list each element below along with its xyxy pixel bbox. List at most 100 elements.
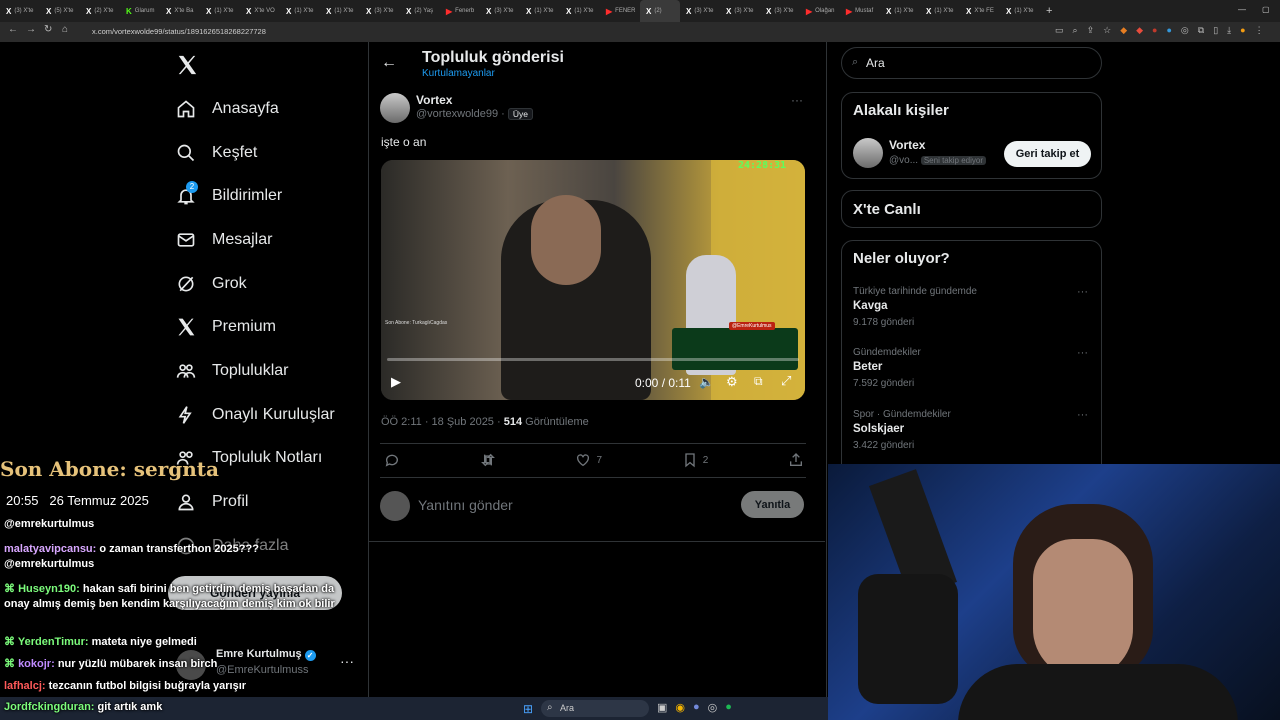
extension-icon[interactable]: ●: [1166, 25, 1171, 36]
follow-back-button[interactable]: Geri takip et: [1004, 141, 1091, 167]
play-icon[interactable]: ▶: [391, 374, 401, 390]
more-options-icon[interactable]: ···: [1077, 347, 1088, 359]
maximize-icon[interactable]: ▢: [1262, 5, 1270, 14]
home-icon[interactable]: ⌂: [62, 24, 68, 35]
community-link[interactable]: Kurtulamayanlar: [422, 68, 495, 79]
post-timestamp[interactable]: ÖÖ 2:11 · 18 Şub 2025 ·: [381, 416, 501, 428]
browser-tab[interactable]: X (1) X'te: [560, 0, 600, 22]
reload-icon[interactable]: ↻: [44, 24, 52, 35]
repost-icon[interactable]: [480, 452, 496, 468]
browser-tab[interactable]: X (3) X'te: [720, 0, 760, 22]
trend-item[interactable]: Türkiye tarihinde gündemde Kavga 9.178 g…: [853, 286, 1093, 336]
reply-button[interactable]: Yanıtla: [741, 491, 804, 518]
nav-item-premium[interactable]: Premium: [176, 307, 276, 347]
avatar[interactable]: ●: [1240, 25, 1245, 36]
browser-tab[interactable]: X (1) X'te: [520, 0, 560, 22]
trend-item[interactable]: Gündemdekiler Beter 7.592 gönderi ···: [853, 347, 1093, 397]
settings-gear-icon[interactable]: ⚙: [726, 374, 738, 390]
browser-tab[interactable]: X X'te VO: [240, 0, 280, 22]
browser-tab[interactable]: X (1) X'te: [320, 0, 360, 22]
browser-tab[interactable]: X (3) X'te: [360, 0, 400, 22]
extension-icon[interactable]: ●: [1152, 25, 1157, 36]
task-view-icon[interactable]: ▣: [657, 701, 667, 714]
browser-tab[interactable]: ▶ Olağan: [800, 0, 840, 22]
browser-tab[interactable]: X (5) X'te: [40, 0, 80, 22]
star-icon[interactable]: ☆: [1103, 25, 1111, 36]
back-icon[interactable]: ←: [8, 24, 18, 35]
video-player[interactable]: @EmreKurtulmus 24:28:31 Son Abone: Turka…: [381, 160, 805, 400]
more-options-icon[interactable]: ···: [791, 93, 803, 107]
nav-item-explore[interactable]: Keşfet: [176, 133, 257, 173]
taskbar-search-text[interactable]: Ara: [560, 703, 574, 713]
browser-tab[interactable]: X (3) X'te: [680, 0, 720, 22]
browser-tab[interactable]: X (1) X'te: [280, 0, 320, 22]
nav-item-communities[interactable]: Topluluklar: [176, 351, 288, 391]
spotify-icon[interactable]: ●: [725, 701, 732, 714]
browser-tab[interactable]: X (3) X'te: [760, 0, 800, 22]
nav-item-grok[interactable]: Grok: [176, 264, 247, 304]
discord-icon[interactable]: ●: [693, 701, 700, 714]
back-arrow-icon[interactable]: ←: [381, 54, 397, 72]
bookmark-button[interactable]: 2: [682, 452, 708, 468]
extension-icon[interactable]: ◆: [1120, 25, 1127, 36]
share-icon[interactable]: ⇪: [1087, 25, 1095, 36]
picture-in-picture-icon[interactable]: ⧉: [754, 374, 763, 389]
browser-tab[interactable]: X (1) X'te: [880, 0, 920, 22]
url-field[interactable]: x.com/vortexwolde99/status/1891626518268…: [92, 25, 266, 39]
x-logo[interactable]: [176, 54, 198, 76]
more-options-icon[interactable]: ···: [1077, 286, 1088, 298]
browser-tab[interactable]: X (1) X'te: [200, 0, 240, 22]
browser-tab[interactable]: X (2) X'te: [80, 0, 120, 22]
nav-item-profile[interactable]: Profil: [176, 482, 248, 522]
extension-icon[interactable]: ◎: [1181, 25, 1189, 36]
nav-item-home[interactable]: Anasayfa: [176, 89, 279, 129]
avatar[interactable]: [380, 93, 410, 123]
minimize-icon[interactable]: —: [1238, 5, 1246, 14]
taskbar-search[interactable]: ⌕ Ara: [541, 700, 649, 717]
browser-tab[interactable]: K Glarum: [120, 0, 160, 22]
share-icon[interactable]: [788, 452, 804, 468]
menu-icon[interactable]: ⋮: [1255, 25, 1264, 36]
windows-start-icon[interactable]: ⊞: [523, 702, 533, 716]
puzzle-icon[interactable]: ⧉: [1198, 25, 1204, 36]
nav-item-verified-orgs[interactable]: Onaylı Kuruluşlar: [176, 395, 335, 435]
video-progress-bar[interactable]: [387, 358, 799, 361]
fullscreen-icon[interactable]: ⤢: [781, 373, 791, 389]
download-icon[interactable]: ⤓: [1227, 25, 1231, 36]
obs-icon[interactable]: ◎: [708, 701, 718, 714]
nav-item-messages[interactable]: Mesajlar: [176, 220, 272, 260]
sidebar-icon[interactable]: ▯: [1213, 25, 1218, 36]
post-author-name[interactable]: Vortex: [416, 93, 452, 107]
more-options-icon[interactable]: ···: [1077, 409, 1088, 421]
chrome-icon[interactable]: ◉: [675, 701, 685, 714]
browser-tab[interactable]: X (3) X'te: [480, 0, 520, 22]
divider: [380, 443, 806, 444]
zoom-icon[interactable]: ⌕: [1073, 25, 1078, 36]
search-box[interactable]: ⌕ Ara: [841, 47, 1102, 79]
live-card[interactable]: X'te Canlı: [841, 190, 1102, 228]
nav-item-notifications[interactable]: 2 Bildirimler: [176, 176, 282, 216]
extension-icon[interactable]: ◆: [1136, 25, 1143, 36]
search-input[interactable]: Ara: [866, 56, 885, 70]
trend-item[interactable]: Spor · Gündemdekiler Solskjaer 3.422 gön…: [853, 409, 1093, 459]
browser-tab[interactable]: X X'te Ba: [160, 0, 200, 22]
browser-tab[interactable]: X X'te FE: [960, 0, 1000, 22]
like-button[interactable]: 7: [575, 452, 602, 468]
forward-icon[interactable]: →: [26, 24, 36, 35]
cast-icon[interactable]: ▭: [1055, 25, 1064, 36]
reply-input[interactable]: Yanıtını gönder: [418, 497, 513, 513]
browser-tab[interactable]: X (1) X'te: [1000, 0, 1040, 22]
volume-icon[interactable]: 🔈: [699, 375, 714, 389]
handle-text[interactable]: @vortexwolde99: [416, 108, 498, 120]
browser-tab[interactable]: ▶ FENER: [600, 0, 640, 22]
browser-tab[interactable]: X (3) X'te: [0, 0, 40, 22]
new-tab-icon[interactable]: +: [1040, 5, 1052, 17]
browser-tab[interactable]: X (2): [640, 0, 680, 22]
browser-tab[interactable]: ▶ Mustaf: [840, 0, 880, 22]
browser-tab[interactable]: X (2) Yaş: [400, 0, 440, 22]
related-name[interactable]: Vortex: [889, 138, 925, 152]
browser-tab[interactable]: X (1) X'te: [920, 0, 960, 22]
browser-tab[interactable]: ▶ Fenerb: [440, 0, 480, 22]
avatar[interactable]: [853, 138, 883, 168]
reply-icon[interactable]: [384, 452, 400, 468]
